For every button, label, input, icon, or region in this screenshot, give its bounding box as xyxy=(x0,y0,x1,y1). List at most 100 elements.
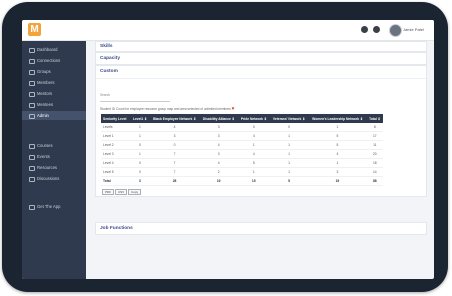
user-avatar[interactable] xyxy=(389,24,402,37)
table-cell: 5 xyxy=(269,176,309,186)
job-functions-section[interactable]: Job Functions xyxy=(95,222,427,235)
section-title: Capacity xyxy=(100,56,120,61)
table-cell: 3 xyxy=(199,149,238,159)
report-note-text: Student ID Count for employee resource g… xyxy=(100,107,231,111)
custom-section: Custom Search Student ID Count for emplo… xyxy=(95,65,427,197)
table-cell: 0 xyxy=(237,123,270,132)
table-cell: 11 xyxy=(366,140,383,150)
link-icon xyxy=(29,59,35,64)
table-cell: 4 xyxy=(149,123,200,132)
table-cell: 15 xyxy=(237,176,270,186)
folder-icon xyxy=(29,166,35,171)
column-header[interactable]: Seniority Level xyxy=(101,114,131,123)
table-cell: 3 xyxy=(149,131,200,141)
table-cell: 1 xyxy=(130,123,150,132)
skills-section[interactable]: Skills xyxy=(95,41,427,52)
table-row: Levels 1 4 3 0 0 1 8 xyxy=(101,123,383,132)
table-cell: 14 xyxy=(366,167,383,177)
table-cell: 4 xyxy=(199,158,238,168)
capacity-section[interactable]: Capacity xyxy=(95,52,427,65)
app-logo[interactable]: M xyxy=(28,23,41,36)
table-cell: 5 xyxy=(308,140,367,150)
table-cell: 4 xyxy=(308,149,367,159)
main-content: Skills Capacity Custom Search Student ID… xyxy=(86,41,434,279)
table-cell: 1 xyxy=(308,123,367,132)
search-input[interactable] xyxy=(100,101,170,102)
table-cell: Level 2 xyxy=(101,140,131,150)
table-cell: Level 1 xyxy=(101,131,131,141)
export-pdf-button[interactable]: PDF xyxy=(102,189,114,195)
column-header[interactable]: Women's Leadership Network ⇕ xyxy=(308,114,367,123)
export-buttons: PDF CSV Copy xyxy=(102,180,142,198)
table-cell: 18 xyxy=(366,158,383,168)
sidebar-item-members[interactable]: Members xyxy=(22,78,86,87)
column-header[interactable]: Level1 ⇕ xyxy=(130,114,150,123)
sidebar-item-dashboard[interactable]: Dashboard xyxy=(22,45,86,54)
export-csv-button[interactable]: CSV xyxy=(115,189,128,195)
sidebar-item-groups[interactable]: Groups xyxy=(22,67,86,76)
sidebar-item-admin[interactable]: Admin xyxy=(22,111,86,120)
sidebar-item-mentors[interactable]: Mentors xyxy=(22,89,86,98)
table-cell: 0 xyxy=(149,140,200,150)
table-cell: 1 xyxy=(269,131,309,141)
column-header[interactable]: Black Employee Network ⇕ xyxy=(149,114,200,123)
sidebar: Dashboard Connections Groups Members Men… xyxy=(22,41,86,279)
table-cell: 0 xyxy=(130,158,150,168)
column-header[interactable]: Pride Network ⇕ xyxy=(237,114,270,123)
table-cell: 2 xyxy=(199,167,238,177)
table-cell: 1 xyxy=(269,140,309,150)
book-icon xyxy=(29,144,35,149)
users-icon xyxy=(29,81,35,86)
table-cell: 3 xyxy=(308,167,367,177)
sidebar-item-connections[interactable]: Connections xyxy=(22,56,86,65)
table-cell: 4 xyxy=(237,149,270,159)
table-row: Level 5 0 7 2 1 1 3 14 xyxy=(101,167,383,177)
gear-icon xyxy=(29,114,35,119)
notifications-icon[interactable] xyxy=(373,26,380,33)
table-cell: 1 xyxy=(237,167,270,177)
phone-icon xyxy=(29,205,35,210)
table-header-row: Seniority Level Level1 ⇕ Black Employee … xyxy=(101,114,383,123)
table-cell: 7 xyxy=(149,167,200,177)
sidebar-item-mentees[interactable]: Mentees xyxy=(22,100,86,109)
search-label: Search xyxy=(100,93,111,97)
column-header[interactable]: Total ⇕ xyxy=(366,114,383,123)
sidebar-item-events[interactable]: Events xyxy=(22,152,86,161)
app-screen: M Jamie Patel Dashboard Connections Grou… xyxy=(22,20,434,279)
table-cell: 5 xyxy=(308,131,367,141)
table-cell: 7 xyxy=(149,158,200,168)
table-cell: Level 4 xyxy=(101,158,131,168)
section-title: Job Functions xyxy=(100,226,133,231)
group-icon xyxy=(29,70,35,75)
search-icon[interactable] xyxy=(361,26,368,33)
sidebar-item-resources[interactable]: Resources xyxy=(22,163,86,172)
report-table: Seniority Level Level1 ⇕ Black Employee … xyxy=(101,114,383,186)
table-cell: 17 xyxy=(366,131,383,141)
table-total-row: Total 3 28 19 15 5 19 88 xyxy=(101,176,383,186)
home-icon xyxy=(29,48,35,53)
table-cell: 0 xyxy=(269,123,309,132)
table-cell: 5 xyxy=(237,158,270,168)
column-header[interactable]: Veterans' Network ⇕ xyxy=(269,114,309,123)
sidebar-item-courses[interactable]: Courses xyxy=(22,141,86,150)
table-cell: 1 xyxy=(269,167,309,177)
sidebar-item-discussions[interactable]: Discussions xyxy=(22,174,86,183)
section-title: Skills xyxy=(100,44,113,49)
table-row: Level 3 1 7 3 4 1 4 20 xyxy=(101,149,383,159)
table-cell: 1 xyxy=(308,158,367,168)
table-cell: 4 xyxy=(237,131,270,141)
table-cell: 7 xyxy=(149,149,200,159)
table-cell: 4 xyxy=(199,140,238,150)
table-cell: 1 xyxy=(130,131,150,141)
table-cell: 1 xyxy=(130,149,150,159)
table-cell: 28 xyxy=(149,176,200,186)
table-cell: Level 3 xyxy=(101,149,131,159)
table-row: Level 1 1 3 3 4 1 5 17 xyxy=(101,131,383,141)
column-header[interactable]: Disability Alliance ⇕ xyxy=(199,114,238,123)
sidebar-item-get-the-app[interactable]: Get The App xyxy=(22,202,86,211)
top-bar: M Jamie Patel xyxy=(22,20,434,41)
export-copy-button[interactable]: Copy xyxy=(128,189,142,195)
user-name[interactable]: Jamie Patel xyxy=(403,27,424,32)
table-cell: 1 xyxy=(269,149,309,159)
user-icon xyxy=(29,103,35,108)
